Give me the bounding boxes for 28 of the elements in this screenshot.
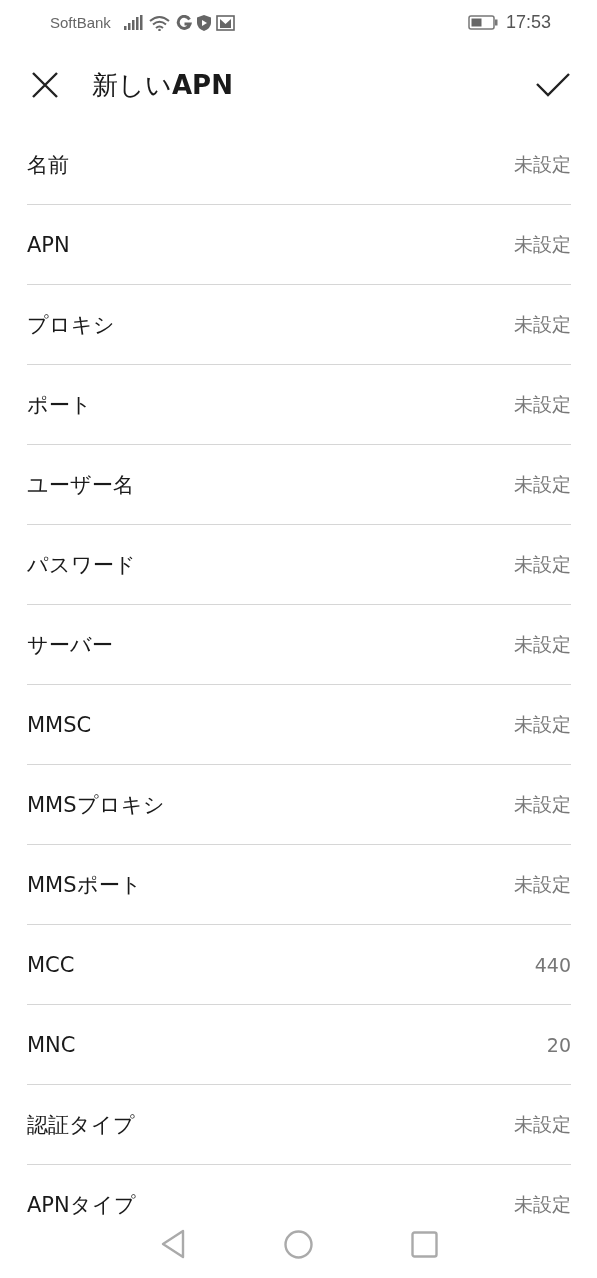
- recents-nav-icon[interactable]: [410, 1230, 438, 1258]
- carrier-name: SoftBank: [50, 14, 111, 31]
- mail-icon: [215, 14, 235, 31]
- settings-row[interactable]: MMSポート 未設定: [27, 845, 571, 925]
- settings-row[interactable]: 名前 未設定: [27, 125, 571, 205]
- signal-icon: [123, 15, 143, 30]
- settings-row[interactable]: ポート 未設定: [27, 365, 571, 445]
- back-nav-icon[interactable]: [159, 1229, 186, 1259]
- settings-row[interactable]: プロキシ 未設定: [27, 285, 571, 365]
- close-button[interactable]: [31, 71, 59, 99]
- settings-row[interactable]: 認証タイプ 未設定: [27, 1085, 571, 1165]
- settings-row[interactable]: サーバー 未設定: [27, 605, 571, 685]
- g-icon: [175, 14, 192, 31]
- shield-icon: [196, 14, 211, 31]
- settings-row[interactable]: MCC 440: [27, 925, 571, 1005]
- settings-row[interactable]: パスワード 未設定: [27, 525, 571, 605]
- settings-row[interactable]: MMSC 未設定: [27, 685, 571, 765]
- settings-row[interactable]: MNC 20: [27, 1005, 571, 1085]
- home-nav-icon[interactable]: [283, 1229, 313, 1259]
- wifi-icon: [147, 14, 171, 31]
- settings-row[interactable]: MMSプロキシ 未設定: [27, 765, 571, 845]
- save-check-button[interactable]: [535, 72, 571, 98]
- battery-icon: [467, 15, 498, 30]
- settings-row[interactable]: APNタイプ 未設定: [27, 1165, 571, 1244]
- settings-row[interactable]: ユーザー名 未設定: [27, 445, 571, 525]
- screen-title: 新しいAPN: [92, 68, 234, 102]
- settings-row[interactable]: APN 未設定: [27, 205, 571, 285]
- clock-time: 17:53: [505, 12, 551, 33]
